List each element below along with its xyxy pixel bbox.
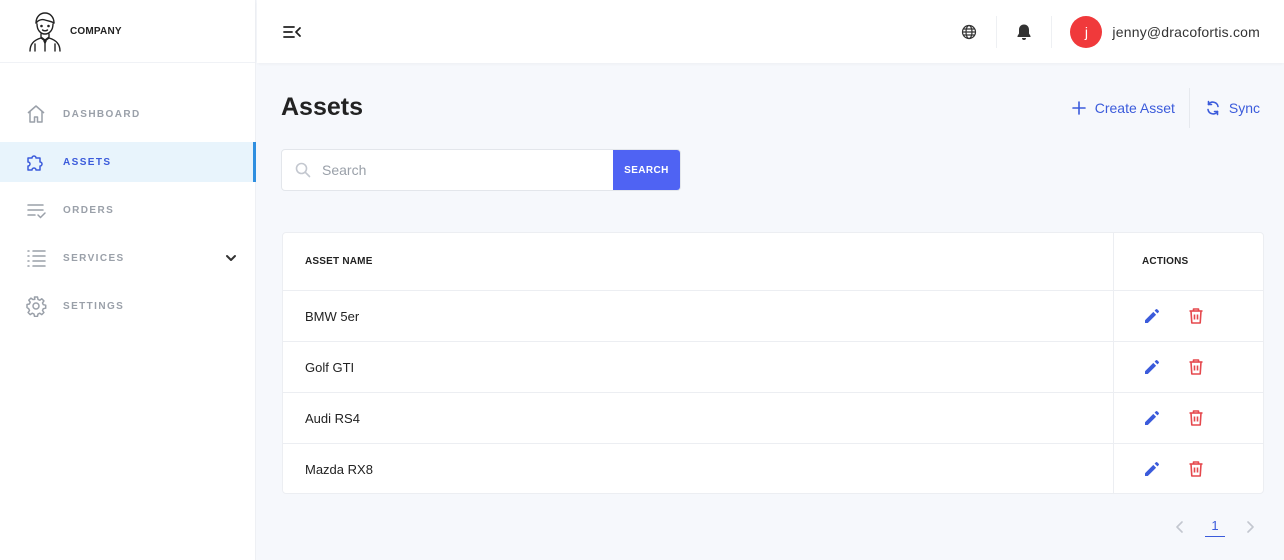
delete-icon[interactable]	[1186, 459, 1206, 479]
globe-icon[interactable]	[960, 23, 978, 41]
sync-label: Sync	[1228, 100, 1260, 116]
sidebar-item-assets[interactable]: ASSETS	[0, 142, 256, 182]
topbar-right: j jenny@dracofortis.com	[960, 14, 1260, 50]
chevron-left-icon[interactable]	[1170, 517, 1190, 537]
edit-icon[interactable]	[1142, 459, 1162, 479]
gear-icon	[24, 294, 48, 318]
sidebar: COMPANY DASHBOARD ASSETS ORDERS SERVICES	[0, 0, 256, 560]
delete-icon[interactable]	[1186, 408, 1206, 428]
actions-divider	[1188, 88, 1190, 128]
chevron-right-icon[interactable]	[1240, 517, 1260, 537]
topbar-divider	[996, 16, 998, 48]
create-asset-button[interactable]: Create Asset	[1070, 99, 1175, 117]
puzzle-icon	[24, 150, 48, 174]
pagination: 1	[1170, 515, 1260, 539]
column-header-asset-name[interactable]: ASSET NAME	[283, 256, 1113, 267]
sidebar-item-label: ASSETS	[63, 156, 112, 168]
column-header-actions: ACTIONS	[1113, 233, 1264, 290]
actions-cell	[1113, 393, 1264, 443]
list-icon	[24, 246, 48, 270]
bell-icon[interactable]	[1015, 23, 1033, 41]
search-icon	[294, 161, 312, 179]
avatar[interactable]: j	[1070, 16, 1103, 48]
sidebar-item-label: SERVICES	[63, 252, 125, 264]
page-actions: Create Asset Sync	[1070, 88, 1260, 128]
home-icon	[24, 102, 48, 126]
sync-icon	[1204, 99, 1222, 117]
search-bar: SEARCH	[281, 149, 681, 191]
brand[interactable]: COMPANY	[0, 0, 255, 63]
sidebar-item-services[interactable]: SERVICES	[0, 238, 255, 278]
sidebar-item-orders[interactable]: ORDERS	[0, 190, 255, 230]
plus-icon	[1070, 99, 1088, 117]
checklist-icon	[24, 198, 48, 222]
asset-name-cell: Golf GTI	[305, 359, 355, 375]
menu-collapse-icon[interactable]	[281, 21, 303, 43]
delete-icon[interactable]	[1186, 357, 1206, 377]
sidebar-item-label: ORDERS	[63, 204, 115, 216]
actions-cell	[1113, 444, 1264, 494]
actions-cell	[1113, 342, 1264, 392]
sidebar-nav: DASHBOARD ASSETS ORDERS SERVICES SETTING…	[0, 94, 256, 326]
sidebar-item-settings[interactable]: SETTINGS	[0, 286, 255, 326]
create-asset-label: Create Asset	[1094, 100, 1175, 116]
table-row[interactable]: Mazda RX8	[283, 443, 1263, 494]
sidebar-item-label: SETTINGS	[63, 300, 125, 312]
edit-icon[interactable]	[1142, 306, 1162, 326]
actions-cell	[1113, 291, 1264, 341]
chevron-down-icon[interactable]	[223, 250, 239, 266]
businessman-avatar-icon	[26, 9, 64, 53]
user-email[interactable]: jenny@dracofortis.com	[1112, 24, 1260, 40]
table-header: ASSET NAME ACTIONS	[283, 233, 1263, 290]
sync-button[interactable]: Sync	[1204, 99, 1260, 117]
table-row[interactable]: Audi RS4	[283, 392, 1263, 443]
search-button[interactable]: SEARCH	[613, 150, 680, 190]
table-row[interactable]: BMW 5er	[283, 290, 1263, 341]
edit-icon[interactable]	[1142, 408, 1162, 428]
delete-icon[interactable]	[1186, 306, 1206, 326]
page-number-current[interactable]: 1	[1205, 518, 1225, 537]
assets-table: ASSET NAME ACTIONS BMW 5er Golf GTI Audi…	[282, 232, 1264, 494]
search-input[interactable]	[322, 162, 592, 178]
sidebar-item-label: DASHBOARD	[63, 108, 141, 120]
table-row[interactable]: Golf GTI	[283, 341, 1263, 392]
page-title: Assets	[281, 93, 363, 121]
asset-name-cell: Mazda RX8	[305, 461, 373, 477]
asset-name-cell: BMW 5er	[305, 308, 360, 324]
edit-icon[interactable]	[1142, 357, 1162, 377]
sidebar-item-dashboard[interactable]: DASHBOARD	[0, 94, 255, 134]
company-name: COMPANY	[70, 25, 122, 37]
topbar-divider	[1051, 16, 1053, 48]
topbar: j jenny@dracofortis.com	[257, 0, 1284, 63]
asset-name-cell: Audi RS4	[305, 410, 360, 426]
